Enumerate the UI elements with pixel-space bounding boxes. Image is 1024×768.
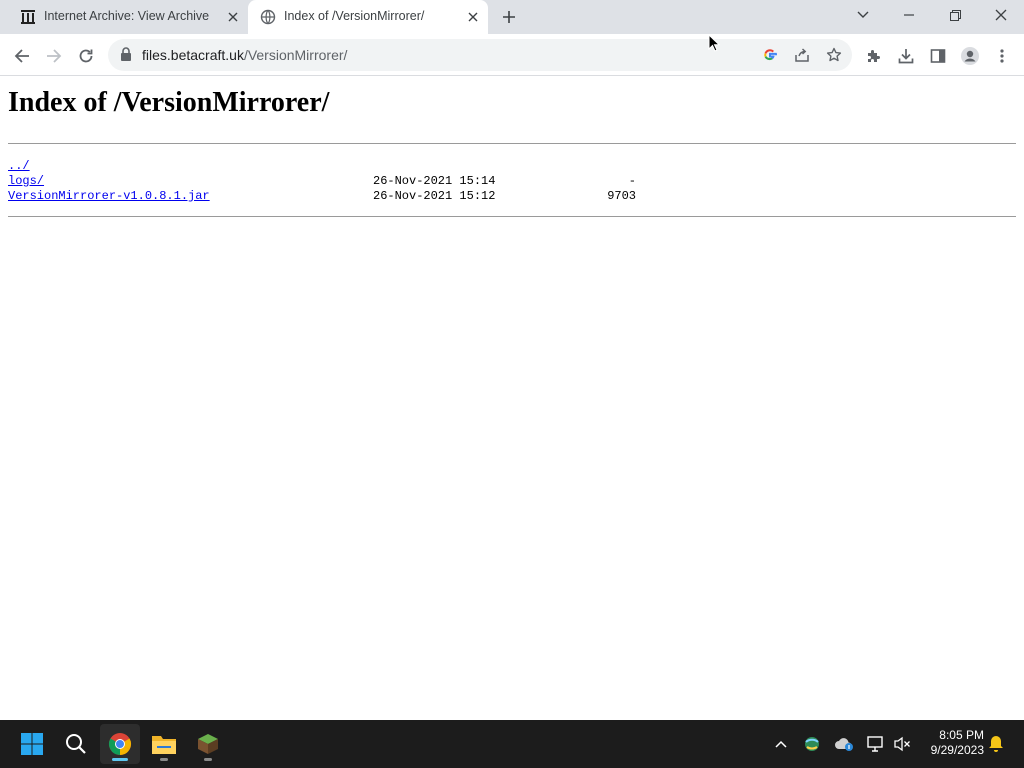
page-title: Index of /VersionMirrorer/ bbox=[8, 87, 330, 118]
tab-index-of-versionmirrorer[interactable]: Index of /VersionMirrorer/ bbox=[248, 0, 488, 34]
puzzle-icon bbox=[868, 50, 880, 62]
parent-directory-link[interactable]: ../ bbox=[8, 159, 30, 174]
start-icon bbox=[21, 733, 43, 755]
minimize-button[interactable] bbox=[886, 0, 932, 30]
globe-sync-icon bbox=[805, 737, 819, 751]
running-indicator bbox=[160, 758, 168, 761]
tab-title: Internet Archive: View Archive bbox=[44, 9, 210, 23]
chevron-down-icon bbox=[857, 11, 869, 18]
reload-icon bbox=[79, 49, 93, 63]
tab-title: Index of /VersionMirrorer/ bbox=[284, 9, 425, 23]
bookmark-star-icon[interactable] bbox=[824, 45, 844, 65]
tab-internet-archive[interactable]: Internet Archive: View Archive bbox=[8, 0, 248, 34]
extensions-button[interactable] bbox=[860, 42, 888, 70]
url-text[interactable]: files.betacraft.uk/VersionMirrorer/ bbox=[142, 47, 347, 63]
close-tab-icon[interactable] bbox=[224, 8, 242, 26]
list-item: VersionMirrorer-v1.0.8.1.jar 26-Nov-2021… bbox=[8, 189, 648, 204]
divider bbox=[8, 216, 1016, 217]
system-clock[interactable]: 8:05 PM 9/29/2023 bbox=[931, 728, 984, 758]
list-item: logs/ 26-Nov-2021 15:14 - bbox=[8, 174, 648, 189]
browser-toolbar: files.betacraft.uk/VersionMirrorer/ bbox=[0, 34, 1024, 76]
avatar-icon bbox=[961, 47, 979, 65]
page-content: Index of /VersionMirrorer/ ../ logs/ 26-… bbox=[0, 77, 1024, 720]
restore-button[interactable] bbox=[932, 0, 978, 30]
mouse-cursor-icon bbox=[708, 33, 721, 57]
taskbar-minecraft[interactable] bbox=[188, 724, 228, 764]
forward-button[interactable] bbox=[40, 42, 68, 70]
share-icon[interactable] bbox=[792, 45, 812, 65]
tab-search-button[interactable] bbox=[840, 0, 886, 30]
minecraft-icon bbox=[198, 734, 218, 754]
arrow-left-icon bbox=[14, 49, 29, 63]
close-tab-icon[interactable] bbox=[464, 8, 482, 26]
tray-app-icon[interactable] bbox=[800, 732, 824, 756]
downloads-button[interactable] bbox=[892, 42, 920, 70]
close-icon bbox=[995, 9, 1007, 21]
divider bbox=[8, 143, 1016, 144]
minimize-icon bbox=[904, 14, 914, 16]
list-item: ../ bbox=[8, 159, 648, 174]
reload-button[interactable] bbox=[72, 42, 100, 70]
chrome-icon bbox=[109, 733, 131, 755]
network-icon[interactable] bbox=[864, 732, 888, 756]
google-translate-icon[interactable] bbox=[760, 45, 780, 65]
start-button[interactable] bbox=[12, 724, 52, 764]
notifications-icon[interactable] bbox=[984, 732, 1008, 756]
url-path: /VersionMirrorer/ bbox=[243, 47, 348, 63]
entry-date: 26-Nov-2021 15:12 bbox=[373, 189, 496, 203]
onedrive-icon[interactable] bbox=[832, 732, 856, 756]
search-button[interactable] bbox=[56, 724, 96, 764]
search-icon bbox=[66, 734, 86, 754]
entry-size: - bbox=[628, 174, 636, 188]
back-button[interactable] bbox=[8, 42, 36, 70]
archive-building-icon bbox=[20, 9, 36, 25]
url-host: files.betacraft.uk bbox=[142, 47, 244, 63]
clock-date: 9/29/2023 bbox=[930, 743, 984, 757]
taskbar-chrome[interactable] bbox=[100, 724, 140, 764]
address-bar[interactable]: files.betacraft.uk/VersionMirrorer/ bbox=[108, 39, 852, 71]
clock-time: 8:05 PM bbox=[939, 728, 984, 742]
file-listing: ../ logs/ 26-Nov-2021 15:14 - VersionMir… bbox=[8, 159, 648, 204]
file-explorer-icon bbox=[152, 736, 176, 754]
entry-size: 9703 bbox=[607, 189, 636, 203]
download-icon bbox=[898, 49, 914, 64]
lock-icon[interactable] bbox=[120, 47, 134, 63]
arrow-right-icon bbox=[47, 49, 62, 63]
volume-muted-icon[interactable] bbox=[890, 732, 914, 756]
taskbar-file-explorer[interactable] bbox=[144, 724, 184, 764]
side-panel-icon bbox=[930, 49, 946, 63]
tab-strip: Internet Archive: View Archive Index of … bbox=[0, 0, 1024, 34]
close-window-button[interactable] bbox=[978, 0, 1024, 30]
logs-folder-link[interactable]: logs/ bbox=[8, 174, 44, 189]
profile-button[interactable] bbox=[956, 42, 984, 70]
menu-button[interactable] bbox=[988, 42, 1016, 70]
show-hidden-icons-button[interactable] bbox=[769, 732, 793, 756]
entry-date: 26-Nov-2021 15:14 bbox=[373, 174, 496, 188]
globe-icon bbox=[260, 9, 276, 25]
restore-icon bbox=[949, 9, 961, 21]
new-tab-button[interactable] bbox=[498, 6, 520, 28]
active-indicator bbox=[112, 758, 128, 761]
side-panel-button[interactable] bbox=[924, 42, 952, 70]
kebab-menu-icon bbox=[1000, 49, 1004, 63]
chevron-up-icon bbox=[775, 740, 787, 748]
taskbar: 8:05 PM 9/29/2023 bbox=[0, 720, 1024, 768]
jar-file-link[interactable]: VersionMirrorer-v1.0.8.1.jar bbox=[8, 189, 210, 204]
running-indicator bbox=[204, 758, 212, 761]
plus-icon bbox=[503, 11, 515, 23]
